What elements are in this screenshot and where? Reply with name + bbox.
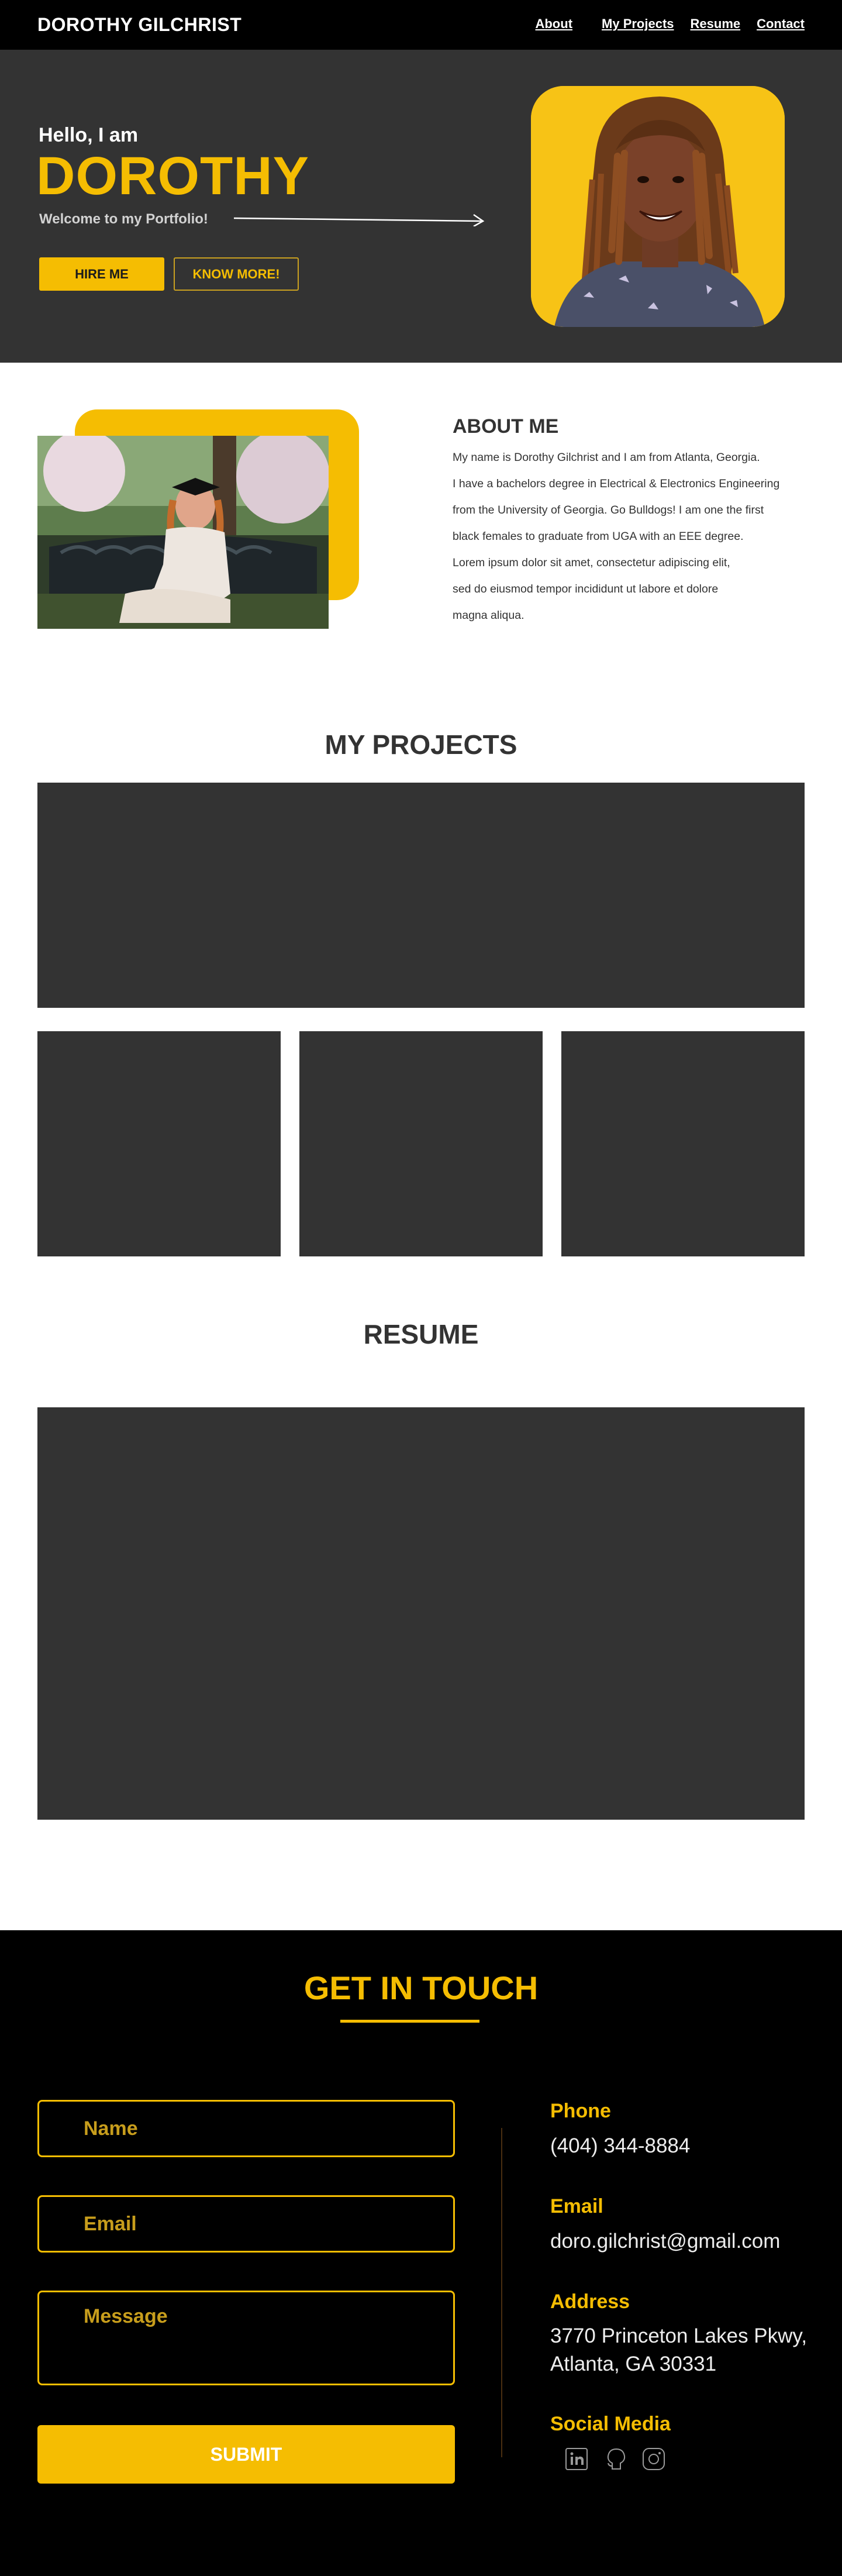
social-media-label: Social Media — [550, 2413, 671, 2435]
about-line: My name is Dorothy Gilchrist and I am fr… — [453, 451, 760, 464]
email-value: doro.gilchrist@gmail.com — [550, 2230, 781, 2253]
address-line-2: Atlanta, GA 30331 — [550, 2353, 717, 2375]
resume-title: RESUME — [363, 1319, 479, 1349]
projects-title: MY PROJECTS — [325, 729, 517, 760]
hero-name: DOROTHY — [36, 146, 309, 206]
title-underline — [340, 2020, 479, 2023]
about-line: magna aliqua. — [453, 609, 524, 622]
about-title: ABOUT ME — [453, 415, 559, 438]
project-card[interactable] — [37, 1031, 281, 1256]
hero-portrait-photo — [531, 86, 785, 327]
nav-link-contact[interactable]: Contact — [757, 16, 805, 32]
phone-label: Phone — [550, 2100, 611, 2122]
hire-me-button[interactable]: HIRE ME — [39, 257, 164, 291]
graduation-photo — [37, 436, 329, 629]
contact-divider — [501, 2128, 502, 2457]
address-line-1: 3770 Princeton Lakes Pkwy, — [550, 2324, 808, 2347]
nav-links: About My Projects Resume Contact — [535, 16, 805, 32]
email-label: Email — [550, 2195, 603, 2217]
nav-link-about[interactable]: About — [535, 16, 572, 32]
about-line: Lorem ipsum dolor sit amet, consectetur … — [453, 556, 730, 569]
instagram-icon[interactable] — [641, 2447, 666, 2471]
about-line: black females to graduate from UGA with … — [453, 530, 744, 543]
phone-value: (404) 344-8884 — [550, 2134, 691, 2157]
contact-title: GET IN TOUCH — [303, 1969, 539, 2006]
project-card[interactable] — [561, 1031, 805, 1256]
message-textarea[interactable] — [37, 2291, 455, 2385]
submit-button[interactable]: SUBMIT — [37, 2425, 455, 2484]
nav-link-projects[interactable]: My Projects — [602, 16, 674, 32]
nav-link-resume[interactable]: Resume — [691, 16, 741, 32]
github-icon[interactable] — [604, 2447, 629, 2471]
project-card-featured[interactable] — [37, 783, 805, 1008]
project-card[interactable] — [299, 1031, 543, 1256]
address-label: Address — [550, 2291, 630, 2313]
email-input[interactable] — [37, 2195, 455, 2253]
top-navbar: DOROTHY GILCHRIST About My Projects Resu… — [0, 0, 842, 50]
resume-viewer[interactable] — [37, 1407, 805, 1820]
about-line: I have a bachelors degree in Electrical … — [453, 477, 780, 490]
about-line: sed do eiusmod tempor incididunt ut labo… — [453, 583, 719, 595]
know-more-button[interactable]: KNOW MORE! — [174, 257, 299, 291]
linkedin-icon[interactable] — [564, 2447, 589, 2471]
name-input[interactable] — [37, 2100, 455, 2157]
about-paragraph: My name is Dorothy Gilchrist and I am fr… — [453, 445, 833, 629]
arrow-right-icon — [234, 213, 485, 226]
hero-greeting: Hello, I am — [39, 124, 139, 146]
about-line: from the University of Georgia. Go Bulld… — [453, 504, 764, 516]
brand-name[interactable]: DOROTHY GILCHRIST — [37, 14, 241, 36]
hero-section: Hello, I am DOROTHY Welcome to my Portfo… — [0, 50, 842, 363]
hero-tagline: Welcome to my Portfolio! — [39, 211, 208, 227]
